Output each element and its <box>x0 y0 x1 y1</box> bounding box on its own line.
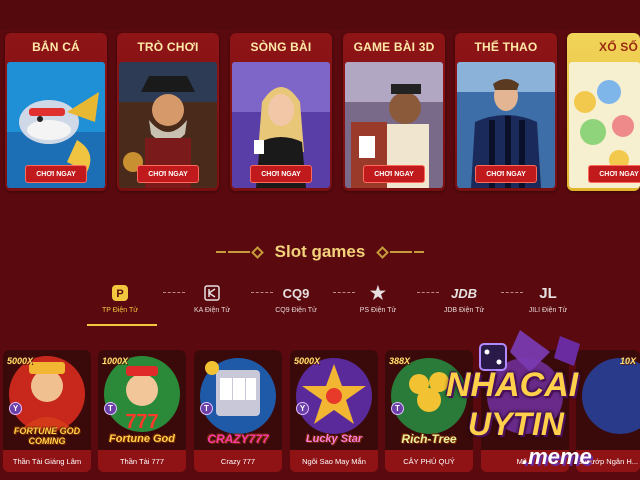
heading-ornament-left <box>215 245 265 259</box>
play-now-button[interactable]: CHƠI NGAY <box>363 165 425 183</box>
tab-label: JDB Điện Tử <box>443 307 485 314</box>
category-title: TRÒ CHƠI <box>137 40 199 54</box>
jdb-logo-icon: JDB <box>450 285 477 301</box>
category-card-song-bai[interactable]: SÒNG BÀI CHƠI NGAY <box>230 33 332 191</box>
category-title: SÒNG BÀI <box>250 40 312 54</box>
tp-logo-icon: P <box>111 282 129 304</box>
play-now-button[interactable]: CHƠI NGAY <box>25 165 87 183</box>
top-band <box>0 0 640 30</box>
category-card-game-bai-3d[interactable]: GAME BÀI 3D CHƠI NGAY <box>343 33 445 191</box>
game-name: Ngôi Sao May Mắn <box>290 450 378 472</box>
tab-ps[interactable]: ★ PS Điện Tử <box>343 282 413 326</box>
provider-badge-icon: Y <box>9 402 22 415</box>
watermark-line-3: .meme <box>522 444 592 469</box>
jackpot-badge: 1000X <box>102 356 129 366</box>
category-title: GAME BÀI 3D <box>353 40 435 54</box>
game-logo: Lucky Star <box>305 433 363 445</box>
play-now-button[interactable]: CHƠI NGAY <box>250 165 312 183</box>
category-card-xo-so[interactable]: XỔ SỐ CHƠI NGAY <box>567 33 640 191</box>
category-card-the-thao[interactable]: THỂ THAO CHƠI NGAY <box>455 33 557 191</box>
jackpot-badge: 5000X <box>294 356 321 366</box>
svg-text:777: 777 <box>125 411 158 433</box>
provider-badge-icon: T <box>391 402 404 415</box>
tab-jdb[interactable]: JDB JDB Điện Tử <box>429 282 499 326</box>
game-art: 777 1000X T Fortune God <box>98 350 186 450</box>
tab-tp[interactable]: P TP Điện Tử <box>85 282 157 326</box>
tab-label: PS Điện Tử <box>359 307 397 314</box>
tab-label: KA Điện Tử <box>193 307 231 314</box>
tab-cq9[interactable]: CQ9 CQ9 Điện Tử <box>261 282 331 326</box>
watermark-line-2: UYTIN <box>468 406 564 442</box>
category-title: BẮN CÁ <box>32 40 80 54</box>
provider-badge-icon: T <box>104 402 117 415</box>
provider-badge-icon: T <box>200 402 213 415</box>
game-logo: Fortune God <box>109 433 175 445</box>
cq9-logo-icon: CQ9 <box>282 285 310 301</box>
tab-jili[interactable]: JL JILI Điện Tử <box>513 282 583 326</box>
tab-label: CQ9 Điện Tử <box>275 307 317 314</box>
game-name: Thần Tài Giáng Lâm <box>3 450 91 472</box>
slot-games-heading: Slot games <box>0 238 640 266</box>
game-art: 5000X Y Lucky Star <box>290 350 378 450</box>
tab-label: JILI Điện Tử <box>528 307 568 314</box>
jackpot-badge: 388X <box>389 356 411 366</box>
section-title: Slot games <box>274 242 366 261</box>
provider-tabs: P TP Điện Tử KA Điện Tử CQ9 CQ9 Điện Tử … <box>85 282 595 326</box>
tab-ka[interactable]: KA Điện Tử <box>177 282 247 326</box>
game-art: T CRAZY777 <box>194 350 282 450</box>
star-logo-icon: ★ <box>369 282 387 303</box>
svg-text:P: P <box>116 288 123 300</box>
game-name: Thần Tài 777 <box>98 450 186 472</box>
play-now-button[interactable]: CHƠI NGAY <box>475 165 537 183</box>
category-title: XỔ SỐ <box>599 40 639 54</box>
play-now-button[interactable]: CHƠI NGAY <box>137 165 199 183</box>
game-tile[interactable]: T CRAZY777 Crazy 777 <box>194 350 282 472</box>
game-logo: FORTUNE GOD COMING <box>13 426 81 446</box>
category-row: BẮN CÁ CHƠI NGAY TRÒ CHƠI CHƠI NGAY SÒNG… <box>0 33 640 195</box>
active-tab-underline <box>87 324 157 326</box>
tab-label: TP Điện Tử <box>102 307 138 314</box>
heading-ornament-right <box>375 245 425 259</box>
watermark-logo: NHACAI UYTIN .meme <box>440 322 640 480</box>
jackpot-badge: 5000X <box>7 356 34 366</box>
watermark-line-1: NHACAI <box>446 366 579 404</box>
game-tile[interactable]: 5000X Y Lucky Star Ngôi Sao May Mắn <box>290 350 378 472</box>
game-logo: CRAZY777 <box>207 432 269 446</box>
game-art: 5000X Y FORTUNE GOD COMING <box>3 350 91 450</box>
category-card-tro-choi[interactable]: TRÒ CHƠI CHƠI NGAY <box>117 33 219 191</box>
game-tile[interactable]: 5000X Y FORTUNE GOD COMING Thần Tài Gián… <box>3 350 91 472</box>
game-tile[interactable]: 777 1000X T Fortune God Thần Tài 777 <box>98 350 186 472</box>
jili-logo-icon: JL <box>539 284 557 302</box>
ka-logo-icon <box>203 282 221 304</box>
category-card-ban-ca[interactable]: BẮN CÁ CHƠI NGAY <box>5 33 107 191</box>
provider-badge-icon: Y <box>296 402 309 415</box>
game-name: Crazy 777 <box>194 450 282 472</box>
category-title: THỂ THAO <box>474 40 538 54</box>
play-now-button[interactable]: CHƠI NGAY <box>588 165 640 183</box>
